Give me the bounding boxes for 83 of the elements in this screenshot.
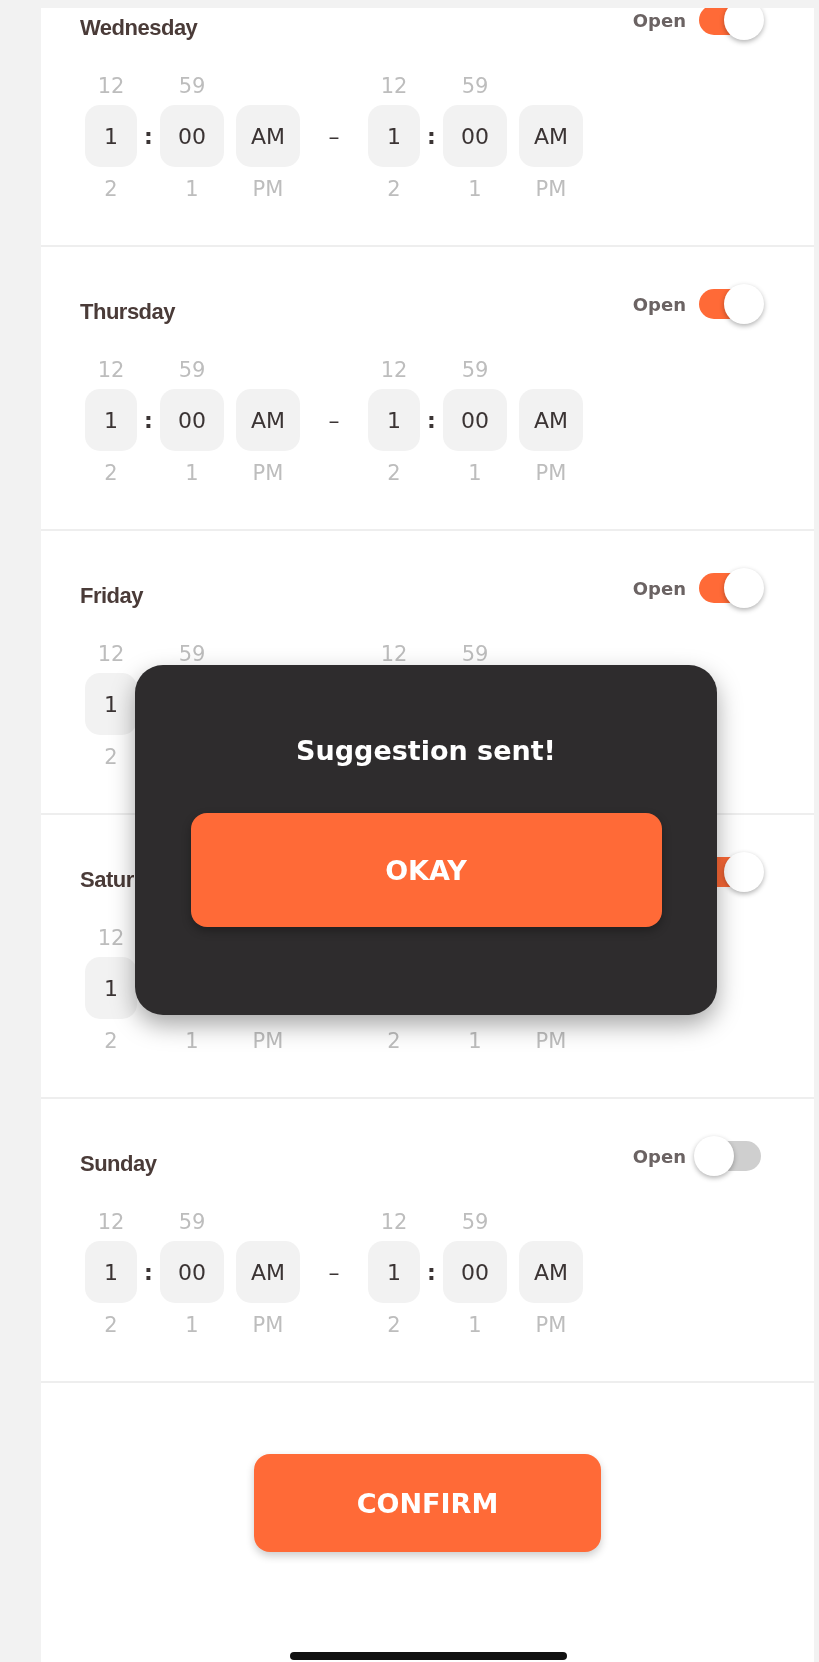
time-colon: : bbox=[144, 123, 153, 149]
time-option[interactable]: 2 bbox=[387, 1029, 401, 1053]
time-option[interactable]: 1 bbox=[185, 1029, 199, 1053]
time-option[interactable]: PM bbox=[535, 461, 567, 485]
time-option[interactable]: 59 bbox=[178, 358, 206, 382]
time-field[interactable]: 00 bbox=[160, 389, 224, 451]
time-option[interactable]: 2 bbox=[387, 1313, 401, 1337]
time-option[interactable]: PM bbox=[252, 1313, 284, 1337]
time-option[interactable]: 59 bbox=[461, 1210, 489, 1234]
time-field[interactable]: 1 bbox=[85, 105, 137, 167]
time-field[interactable]: 00 bbox=[443, 1241, 507, 1303]
time-colon: : bbox=[427, 407, 436, 433]
time-option[interactable]: PM bbox=[535, 1313, 567, 1337]
time-field[interactable]: AM bbox=[236, 389, 300, 451]
time-option[interactable]: 12 bbox=[97, 926, 125, 950]
time-option[interactable]: 1 bbox=[468, 1313, 482, 1337]
time-option[interactable]: PM bbox=[252, 1029, 284, 1053]
time-option[interactable]: PM bbox=[252, 461, 284, 485]
time-field[interactable]: AM bbox=[519, 105, 583, 167]
time-option[interactable]: 2 bbox=[104, 1313, 118, 1337]
time-option[interactable]: 12 bbox=[97, 642, 125, 666]
time-option[interactable]: 59 bbox=[461, 642, 489, 666]
day-title: Friday bbox=[80, 582, 144, 610]
time-option[interactable]: 2 bbox=[104, 1029, 118, 1053]
time-field[interactable]: 1 bbox=[368, 105, 420, 167]
time-option[interactable]: 59 bbox=[178, 1210, 206, 1234]
open-label: Open bbox=[632, 1145, 686, 1167]
time-field[interactable]: 1 bbox=[85, 673, 137, 735]
time-option[interactable]: 12 bbox=[380, 358, 408, 382]
confirm-button[interactable]: CONFIRM bbox=[254, 1454, 601, 1552]
time-colon: : bbox=[144, 407, 153, 433]
time-option[interactable]: 2 bbox=[104, 745, 118, 769]
time-option[interactable]: 1 bbox=[468, 461, 482, 485]
time-option[interactable]: 1 bbox=[468, 1029, 482, 1053]
day-title: Sunday bbox=[80, 1150, 157, 1178]
day-title: Satur bbox=[80, 866, 134, 894]
time-option[interactable]: 12 bbox=[380, 74, 408, 98]
time-field[interactable]: 00 bbox=[160, 105, 224, 167]
time-option[interactable]: 2 bbox=[387, 177, 401, 201]
time-option[interactable]: 12 bbox=[97, 74, 125, 98]
time-field[interactable]: AM bbox=[519, 1241, 583, 1303]
time-option[interactable]: 2 bbox=[104, 461, 118, 485]
time-field[interactable]: 00 bbox=[443, 389, 507, 451]
time-field[interactable]: 00 bbox=[443, 105, 507, 167]
time-field[interactable]: AM bbox=[236, 105, 300, 167]
open-label: Open bbox=[632, 9, 686, 31]
time-option[interactable]: 12 bbox=[380, 1210, 408, 1234]
time-option[interactable]: 1 bbox=[468, 177, 482, 201]
time-colon: : bbox=[427, 1259, 436, 1285]
time-field[interactable]: AM bbox=[519, 389, 583, 451]
time-field[interactable]: 00 bbox=[160, 1241, 224, 1303]
open-label: Open bbox=[632, 293, 686, 315]
time-option[interactable]: 59 bbox=[461, 74, 489, 98]
time-option[interactable]: 12 bbox=[97, 1210, 125, 1234]
time-field[interactable]: AM bbox=[236, 1241, 300, 1303]
time-colon: : bbox=[144, 1259, 153, 1285]
time-dash: – bbox=[328, 1259, 340, 1285]
time-option[interactable]: 59 bbox=[178, 642, 206, 666]
dialog-title: Suggestion sent! bbox=[296, 735, 556, 766]
open-label: Open bbox=[632, 577, 686, 599]
day-title: Wednesday bbox=[80, 14, 198, 42]
time-option[interactable]: 2 bbox=[104, 177, 118, 201]
time-option[interactable]: PM bbox=[252, 177, 284, 201]
time-dash: – bbox=[328, 407, 340, 433]
time-field[interactable]: 1 bbox=[85, 1241, 137, 1303]
time-field[interactable]: 1 bbox=[85, 389, 137, 451]
okay-button[interactable]: OKAY bbox=[190, 813, 662, 927]
time-option[interactable]: 1 bbox=[185, 1313, 199, 1337]
time-option[interactable]: 59 bbox=[461, 358, 489, 382]
time-option[interactable]: 2 bbox=[387, 461, 401, 485]
time-colon: : bbox=[427, 123, 436, 149]
time-field[interactable]: 1 bbox=[368, 389, 420, 451]
time-field[interactable]: 1 bbox=[368, 1241, 420, 1303]
day-title: Thursday bbox=[80, 298, 176, 326]
time-option[interactable]: 59 bbox=[178, 74, 206, 98]
time-option[interactable]: 12 bbox=[380, 642, 408, 666]
time-option[interactable]: 1 bbox=[185, 177, 199, 201]
time-dash: – bbox=[328, 123, 340, 149]
time-option[interactable]: 1 bbox=[185, 461, 199, 485]
time-option[interactable]: PM bbox=[535, 1029, 567, 1053]
time-field[interactable]: 1 bbox=[85, 957, 137, 1019]
time-option[interactable]: 12 bbox=[97, 358, 125, 382]
time-option[interactable]: PM bbox=[535, 177, 567, 201]
